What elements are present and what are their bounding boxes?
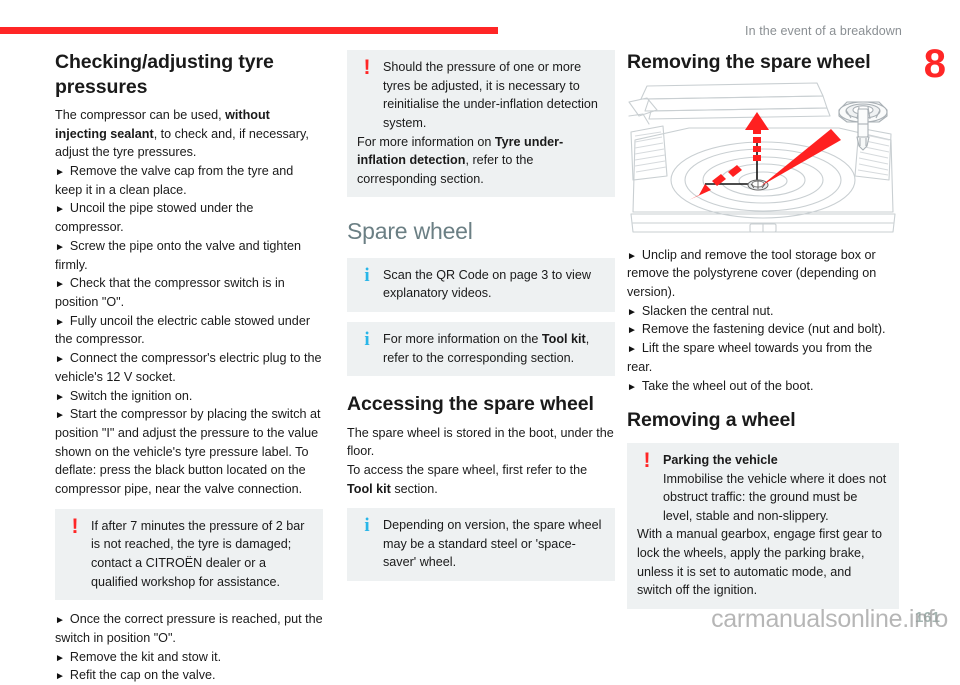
list-item: ► Lift the spare wheel towards you from t… xyxy=(627,339,899,376)
accessing-text-bold-tool-kit: Tool kit xyxy=(347,481,391,496)
step-text: Remove the fastening device (nut and bol… xyxy=(641,322,886,337)
accessing-text-post: section. xyxy=(390,481,438,496)
step-text: Fully uncoil the electric cable stowed u… xyxy=(55,313,311,347)
info-i-icon: i xyxy=(364,515,370,537)
warning-exclamation-icon: ! xyxy=(363,56,371,79)
warning-text-line-1: Immobilise the vehicle where it does not… xyxy=(663,471,887,523)
step-arrow-icon: ► xyxy=(55,316,65,328)
watermark-text: carmanualsonline.info xyxy=(711,605,948,633)
list-item: ► Remove the valve cap from the tyre and … xyxy=(55,162,323,199)
warning-text-pre: For more information on xyxy=(357,134,495,149)
step-arrow-icon: ► xyxy=(55,410,65,422)
heading-removing-a-wheel: Removing a wheel xyxy=(627,409,796,432)
step-text: Uncoil the pipe stowed under the compres… xyxy=(55,201,254,235)
list-item: ► Unclip and remove the tool storage box … xyxy=(627,246,899,302)
list-item: ► Switch the ignition on. xyxy=(55,387,323,406)
list-item: ► Check that the compressor switch is in … xyxy=(55,274,323,311)
heading-removing-the-spare-wheel: Removing the spare wheel xyxy=(627,51,871,73)
list-item: ► Start the compressor by placing the swi… xyxy=(55,405,323,498)
step-arrow-icon: ► xyxy=(55,167,65,178)
info-callout-text: Depending on version, the spare wheel ma… xyxy=(383,518,602,570)
step-text: Lift the spare wheel towards you from th… xyxy=(627,341,873,374)
info-callout-text: Scan the QR Code on page 3 to view expla… xyxy=(383,267,591,301)
page-footer: 161 carmanualsonline.info xyxy=(0,602,960,636)
step-text: Screw the pipe onto the valve and tighte… xyxy=(55,238,301,272)
warning-callout-text: Should the pressure of one or more tyres… xyxy=(357,58,605,188)
step-text: Connect the compressor's electric plug t… xyxy=(55,351,322,384)
step-arrow-icon: ► xyxy=(55,354,65,366)
column-2: ! Should the pressure of one or more tyr… xyxy=(347,50,615,591)
step-text: Check that the compressor switch is in p… xyxy=(55,276,285,310)
heading-accessing-the-spare-wheel: Accessing the spare wheel xyxy=(347,393,594,416)
column-1: Checking/adjusting tyre pressures The co… xyxy=(55,50,323,685)
step-arrow-icon: ► xyxy=(627,344,637,356)
list-item: ► Take the wheel out of the boot. xyxy=(627,377,899,396)
intro-paragraph: The compressor can be used, without inje… xyxy=(55,106,323,162)
info-i-icon: i xyxy=(364,264,370,286)
list-item: ► Uncoil the pipe stowed under the compre… xyxy=(55,199,323,236)
warning-callout-parking-the-vehicle: ! Parking the vehicle Immobilise the vehi… xyxy=(627,442,899,609)
column-3: Removing the spare wheel ► Unclip and re… xyxy=(627,50,899,619)
info-callout-text: For more information on the Tool kit, re… xyxy=(357,330,605,367)
list-item: ► Refit the cap on the valve. xyxy=(55,666,323,685)
accessing-text-pre: To access the spare wheel, first refer t… xyxy=(347,462,588,477)
accessing-body-2: To access the spare wheel, first refer t… xyxy=(347,461,615,498)
step-text: Take the wheel out of the boot. xyxy=(641,378,814,393)
page-columns: Checking/adjusting tyre pressures The co… xyxy=(0,50,960,682)
step-arrow-icon: ► xyxy=(627,306,637,318)
page-header: In the event of a breakdown 8 xyxy=(0,0,960,84)
step-arrow-icon: ► xyxy=(55,204,65,216)
step-text: Slacken the central nut. xyxy=(641,303,774,318)
warning-callout-text: Parking the vehicle Immobilise the vehicl… xyxy=(637,451,889,600)
step-arrow-icon: ► xyxy=(627,325,637,337)
warning-callout-pressure: ! If after 7 minutes the pressure of 2 b… xyxy=(55,508,323,601)
step-text: Switch the ignition on. xyxy=(69,388,193,403)
step-text: Unclip and remove the tool storage box o… xyxy=(627,247,877,299)
list-item: ► Remove the fastening device (nut and bo… xyxy=(627,320,899,339)
step-arrow-icon: ► xyxy=(55,391,65,403)
info-text-pre: For more information on the xyxy=(383,331,542,346)
step-arrow-icon: ► xyxy=(627,250,637,262)
step-arrow-icon: ► xyxy=(55,652,65,664)
info-i-icon: i xyxy=(364,328,370,350)
step-text: Remove the kit and stow it. xyxy=(69,649,222,664)
list-item: ► Fully uncoil the electric cable stowed … xyxy=(55,312,323,349)
running-header-title: In the event of a breakdown xyxy=(745,24,902,38)
boot-spare-wheel-illustration xyxy=(627,80,899,238)
info-text-bold-tool-kit: Tool kit xyxy=(541,331,586,346)
steps-list-tyre-pressure: ► Remove the valve cap from the tyre and … xyxy=(55,162,323,499)
step-arrow-icon: ► xyxy=(627,381,637,393)
header-red-rule xyxy=(0,27,498,34)
info-callout-qr-code: i Scan the QR Code on page 3 to view exp… xyxy=(347,257,615,312)
warning-text-part2: For more information on Tyre under-infla… xyxy=(357,133,605,189)
warning-callout-title: Parking the vehicle xyxy=(663,452,778,467)
intro-text-1: The compressor can be used, xyxy=(55,108,226,123)
step-text: Refit the cap on the valve. xyxy=(69,668,216,683)
list-item: ► Slacken the central nut. xyxy=(627,302,899,321)
warning-exclamation-icon: ! xyxy=(643,448,651,472)
warning-exclamation-icon: ! xyxy=(71,514,79,538)
step-arrow-icon: ► xyxy=(55,241,65,253)
list-item: ► Screw the pipe onto the valve and tight… xyxy=(55,237,323,274)
info-callout-tool-kit: i For more information on the Tool kit, … xyxy=(347,321,615,377)
step-arrow-icon: ► xyxy=(55,671,65,683)
list-item: ► Remove the kit and stow it. xyxy=(55,648,323,667)
accessing-body-1: The spare wheel is stored in the boot, u… xyxy=(347,425,614,459)
heading-spare-wheel: Spare wheel xyxy=(347,218,473,245)
list-item: ► Connect the compressor's electric plug … xyxy=(55,349,323,386)
info-callout-spare-wheel-type: i Depending on version, the spare wheel … xyxy=(347,508,615,582)
step-arrow-icon: ► xyxy=(55,279,65,291)
steps-list-removing-spare-wheel: ► Unclip and remove the tool storage box … xyxy=(627,246,899,396)
warning-callout-reinitialise: ! Should the pressure of one or more tyr… xyxy=(347,50,615,198)
step-text: Start the compressor by placing the swit… xyxy=(55,407,321,496)
warning-text-line-2: With a manual gearbox, engage first gear… xyxy=(637,527,883,598)
heading-checking-adjusting-tyre-pressures: Checking/adjusting tyre pressures xyxy=(55,51,274,98)
warning-callout-text: If after 7 minutes the pressure of 2 bar… xyxy=(91,518,305,589)
step-text: Remove the valve cap from the tyre and k… xyxy=(55,164,294,197)
warning-text-part1: Should the pressure of one or more tyres… xyxy=(383,60,598,130)
